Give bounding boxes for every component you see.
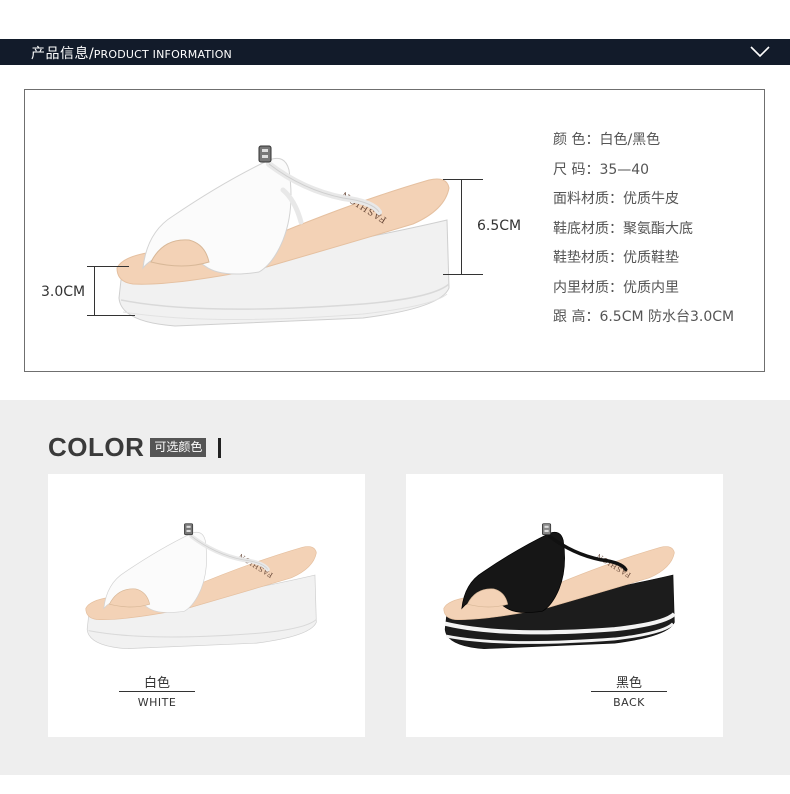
platform-dim-vertical [94, 266, 95, 316]
spec-row-sole-material: 鞋底材质：聚氨酯大底 [553, 215, 734, 245]
spec-value: 优质牛皮 [623, 191, 679, 207]
color-heading-en: COLOR [48, 432, 145, 462]
spec-value: 6.5CM 防水台3.0CM [599, 309, 735, 325]
spec-value: 35—40 [599, 161, 650, 178]
heel-dim-vertical [461, 179, 462, 275]
spec-list: 颜 色：白色/黑色 尺 码：35—40 面料材质：优质牛皮 鞋底材质：聚氨酯大底… [553, 126, 734, 333]
spec-key: 面料材质： [553, 191, 623, 207]
color-name-en: WHITE [137, 696, 177, 709]
platform-height-label: 3.0CM [41, 284, 86, 300]
spec-key: 颜 色： [553, 132, 600, 148]
product-info-panel: FASHION 6.5CM 3.0CM 颜 色：白色/黑色 尺 码：35—40 … [24, 89, 765, 372]
chevron-down-icon[interactable] [750, 44, 770, 63]
header-title: 产品信息/PRODUCT INFORMATION [31, 43, 232, 63]
color-name-cn: 黑色 [615, 676, 642, 691]
white-sandal-image: FASHION [116, 145, 450, 327]
heading-accent-bar [218, 437, 222, 458]
spec-value: 聚氨酯大底 [623, 220, 693, 237]
heel-height-label: 6.5CM [477, 218, 522, 234]
color-option-black[interactable]: FASHION 黑色 BACK [406, 474, 723, 737]
color-heading-tag: 可选颜色 [150, 438, 207, 457]
color-section: COLOR 可选颜色 FASHION 白色 WHITE FASHION 黑色 B… [0, 400, 790, 775]
spec-value: 白色/黑色 [599, 132, 661, 148]
spec-row-insole-material: 鞋垫材质：优质鞋垫 [553, 244, 734, 274]
spec-row-heel-height: 跟 高：6.5CM 防水台3.0CM [553, 303, 734, 333]
white-sandal-thumbnail: FASHION [85, 523, 317, 650]
spec-value: 优质鞋垫 [623, 250, 679, 266]
color-name-cn: 白色 [143, 676, 170, 691]
color-option-white[interactable]: FASHION 白色 WHITE [48, 474, 365, 737]
heel-dim-top [443, 179, 483, 180]
product-info-header: 产品信息/PRODUCT INFORMATION [0, 39, 790, 65]
spec-key: 鞋垫材质： [553, 250, 623, 266]
spec-value: 优质内里 [623, 279, 679, 296]
spec-row-upper-material: 面料材质：优质牛皮 [553, 185, 734, 215]
spec-key: 跟 高： [553, 309, 600, 325]
spec-key: 鞋底材质： [553, 220, 623, 237]
black-sandal-thumbnail: FASHION [443, 523, 676, 650]
spec-key: 尺 码： [553, 161, 600, 178]
color-name-en: BACK [613, 696, 645, 709]
header-title-en: PRODUCT INFORMATION [93, 48, 232, 61]
spec-row-lining-material: 内里材质：优质内里 [553, 274, 734, 304]
color-heading: COLOR 可选颜色 [48, 432, 222, 463]
color-name-divider [119, 691, 195, 692]
platform-dim-bottom [87, 315, 135, 316]
header-title-cn: 产品信息 [31, 46, 89, 62]
spec-row-size: 尺 码：35—40 [553, 156, 734, 186]
spec-row-color: 颜 色：白色/黑色 [553, 126, 734, 156]
spec-key: 内里材质： [553, 279, 623, 296]
color-name-divider [591, 691, 667, 692]
heel-dim-bottom [443, 274, 483, 275]
